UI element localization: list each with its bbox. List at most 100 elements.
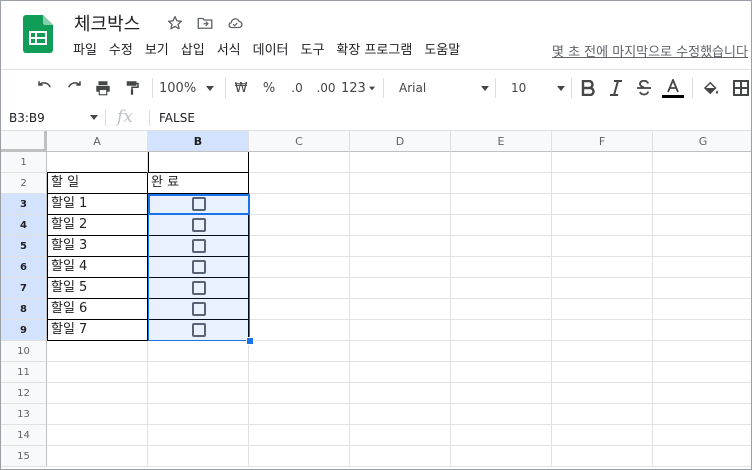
row-header-1[interactable]: 1: [1, 152, 47, 173]
cell-e7[interactable]: [451, 278, 552, 299]
cell-c13[interactable]: [249, 404, 350, 425]
increase-decimal-button[interactable]: .00: [312, 70, 340, 106]
cell-a8[interactable]: 할일 6: [47, 299, 148, 320]
sheets-logo-icon[interactable]: [23, 15, 53, 53]
cell-d10[interactable]: [350, 341, 451, 362]
star-icon[interactable]: [165, 13, 185, 33]
menu-tools[interactable]: 도구: [295, 41, 331, 61]
checkbox[interactable]: [191, 239, 206, 253]
cell-f15[interactable]: [552, 446, 653, 467]
cell-e10[interactable]: [451, 341, 552, 362]
cell-a9[interactable]: 할일 7: [47, 320, 148, 341]
undo-icon[interactable]: [31, 70, 59, 106]
cell-f13[interactable]: [552, 404, 653, 425]
cell-a2[interactable]: 할 일: [47, 173, 148, 194]
cell-a15[interactable]: [47, 446, 148, 467]
cell-f12[interactable]: [552, 383, 653, 404]
cell-e8[interactable]: [451, 299, 552, 320]
cell-f5[interactable]: [552, 236, 653, 257]
cell-d1[interactable]: [350, 152, 451, 173]
row-header-3[interactable]: 3: [1, 194, 47, 215]
borders-icon[interactable]: [729, 70, 751, 106]
cell-d2[interactable]: [350, 173, 451, 194]
move-folder-icon[interactable]: [195, 13, 215, 33]
row-header-6[interactable]: 6: [1, 257, 47, 278]
cell-g8[interactable]: [653, 299, 751, 320]
cell-b15[interactable]: [148, 446, 249, 467]
cell-b12[interactable]: [148, 383, 249, 404]
last-edit-link[interactable]: 몇 초 전에 마지막으로 수정했습니다: [552, 41, 748, 60]
cell-a1[interactable]: [47, 152, 148, 173]
cell-b10[interactable]: [148, 341, 249, 362]
menu-help[interactable]: 도움말: [418, 41, 466, 61]
cell-d14[interactable]: [350, 425, 451, 446]
row-header-10[interactable]: 10: [1, 341, 47, 362]
cell-c10[interactable]: [249, 341, 350, 362]
cell-d5[interactable]: [350, 236, 451, 257]
cell-c1[interactable]: [249, 152, 350, 173]
cell-e5[interactable]: [451, 236, 552, 257]
cell-b14[interactable]: [148, 425, 249, 446]
cell-c7[interactable]: [249, 278, 350, 299]
currency-format-button[interactable]: ₩: [231, 70, 251, 106]
percent-format-button[interactable]: %: [259, 70, 279, 106]
cell-a10[interactable]: [47, 341, 148, 362]
cell-c3[interactable]: [249, 194, 350, 215]
column-header-g[interactable]: G: [653, 131, 751, 152]
cell-d7[interactable]: [350, 278, 451, 299]
cell-d13[interactable]: [350, 404, 451, 425]
cell-g13[interactable]: [653, 404, 751, 425]
row-header-8[interactable]: 8: [1, 299, 47, 320]
cell-f11[interactable]: [552, 362, 653, 383]
cell-e12[interactable]: [451, 383, 552, 404]
strikethrough-icon[interactable]: [633, 70, 655, 106]
cell-g3[interactable]: [653, 194, 751, 215]
row-header-2[interactable]: 2: [1, 173, 47, 194]
decrease-decimal-button[interactable]: .0: [285, 70, 309, 106]
cell-b11[interactable]: [148, 362, 249, 383]
column-header-a[interactable]: A: [47, 131, 148, 152]
cell-c8[interactable]: [249, 299, 350, 320]
cell-g6[interactable]: [653, 257, 751, 278]
cell-f14[interactable]: [552, 425, 653, 446]
cell-e3[interactable]: [451, 194, 552, 215]
cell-c11[interactable]: [249, 362, 350, 383]
cell-f3[interactable]: [552, 194, 653, 215]
cell-e2[interactable]: [451, 173, 552, 194]
cell-a11[interactable]: [47, 362, 148, 383]
cell-d12[interactable]: [350, 383, 451, 404]
cell-a7[interactable]: 할일 5: [47, 278, 148, 299]
cell-d15[interactable]: [350, 446, 451, 467]
checkbox[interactable]: [191, 218, 206, 232]
menu-extensions[interactable]: 확장 프로그램: [330, 41, 418, 61]
italic-icon[interactable]: [605, 70, 627, 106]
chevron-down-icon[interactable]: [90, 115, 98, 120]
cell-b2[interactable]: 완 료: [148, 173, 249, 194]
cell-d11[interactable]: [350, 362, 451, 383]
cell-f8[interactable]: [552, 299, 653, 320]
cell-d3[interactable]: [350, 194, 451, 215]
cell-e15[interactable]: [451, 446, 552, 467]
cell-c4[interactable]: [249, 215, 350, 236]
menu-view[interactable]: 보기: [139, 41, 175, 61]
menu-data[interactable]: 데이터: [247, 41, 295, 61]
menu-insert[interactable]: 삽입: [175, 41, 211, 61]
name-box[interactable]: B3:B9: [1, 106, 103, 130]
menu-format[interactable]: 서식: [211, 41, 247, 61]
cell-c6[interactable]: [249, 257, 350, 278]
cell-c2[interactable]: [249, 173, 350, 194]
font-size-select[interactable]: 10: [501, 70, 565, 106]
cell-a14[interactable]: [47, 425, 148, 446]
doc-title[interactable]: 체크박스: [74, 10, 140, 36]
column-header-b[interactable]: B: [148, 131, 249, 152]
zoom-select[interactable]: 100%: [159, 70, 217, 106]
cell-f1[interactable]: [552, 152, 653, 173]
cell-c14[interactable]: [249, 425, 350, 446]
paint-format-icon[interactable]: [118, 70, 146, 106]
cell-a12[interactable]: [47, 383, 148, 404]
cell-g14[interactable]: [653, 425, 751, 446]
cell-g5[interactable]: [653, 236, 751, 257]
cell-a5[interactable]: 할일 3: [47, 236, 148, 257]
row-header-12[interactable]: 12: [1, 383, 47, 404]
row-header-13[interactable]: 13: [1, 404, 47, 425]
